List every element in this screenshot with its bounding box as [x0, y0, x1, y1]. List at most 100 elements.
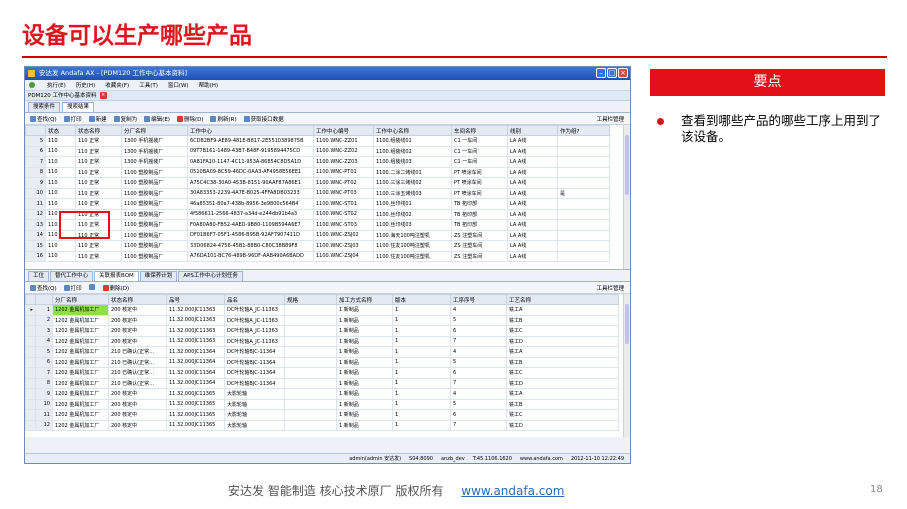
menu-item[interactable]: 窗口(W) [168, 81, 189, 89]
column-header[interactable]: 规格 [284, 294, 337, 305]
menu-item[interactable]: 帮助(H) [199, 81, 218, 89]
menu-item[interactable]: 执行(E) [47, 81, 66, 89]
table-row[interactable]: 9 110 110 正常 1100 塑胶制品厂 A75C4C38-30A0-453B-8… [25, 177, 610, 189]
toolbar-manage-button[interactable]: 工具栏管理 [596, 115, 624, 123]
close-button[interactable]: × [618, 68, 628, 78]
bottom-toolbar-button[interactable] [88, 284, 96, 291]
table-cell: 6 [450, 325, 507, 337]
top-toolbar-button-icon [30, 116, 36, 122]
table-cell [284, 398, 337, 410]
table-row[interactable]: 11 110 110 正常 1100 塑胶制品厂 46a85351-80a7-438b-… [25, 198, 610, 210]
column-header[interactable]: 品名 [224, 294, 285, 305]
column-header[interactable]: 线别 [507, 125, 558, 136]
table-cell: 5 [35, 346, 53, 358]
detail-tab[interactable]: APS工作中心计划任务 [178, 271, 243, 281]
tab-search-results[interactable]: 搜索结果 [62, 102, 95, 112]
column-header[interactable]: 工作中心编号 [313, 125, 374, 136]
table-cell: 铣工B [506, 356, 619, 368]
column-header[interactable]: 工作中心名称 [373, 125, 452, 136]
footer-link[interactable]: www.andafa.com [461, 484, 564, 498]
table-row[interactable]: 2 1202 金属机加工厂 200 核定中 11.32.000JC11363 DC叶轮轴… [25, 314, 619, 326]
column-header[interactable]: 分厂名称 [52, 294, 109, 305]
table-row[interactable]: 10 110 110 正常 1100 塑胶制品厂 30A83353-2239-4A7E-… [25, 187, 610, 199]
top-toolbar-button[interactable]: 删除(D) [176, 115, 203, 123]
maximize-button[interactable]: □ [607, 68, 617, 78]
table-row[interactable]: 6 110 110 正常 1300 手机摇装厂 09T7B161-1489-43B7-B… [25, 145, 610, 157]
table-cell [284, 409, 337, 421]
column-header[interactable]: 工作中心 [187, 125, 314, 136]
bottom-toolbar-button[interactable]: 打印 [63, 284, 82, 292]
column-header[interactable]: 品号 [166, 294, 225, 305]
table-row[interactable]: 5 110 110 正常 1300 手机摇装厂 6CD82BF9-AE89-481E-B… [25, 135, 610, 147]
bottom-toolbar-manage-button[interactable]: 工具栏管理 [596, 284, 624, 292]
table-row[interactable]: 7 110 110 正常 1300 手机摇装厂 0A81FA10-1147-4C11-9… [25, 156, 610, 168]
table-cell: LA A线 [507, 198, 558, 210]
table-row[interactable]: 8 1202 金属机加工厂 210 已确认(正常… 11.32.000JC11364 D… [25, 377, 619, 389]
menu-item[interactable]: 收藏夹(F) [105, 81, 129, 89]
minimize-button[interactable]: – [596, 68, 606, 78]
detail-tab[interactable]: 关联报表BOM [94, 271, 139, 281]
column-header[interactable]: 分厂名称 [121, 125, 188, 136]
table-cell: 110 [45, 135, 76, 147]
table-row[interactable]: 15 110 110 正常 1100 塑胶制品厂 33D06824-4756-45B1-… [25, 240, 610, 252]
bottom-toolbar: 查找(Q) 打印 删除(D) 工具栏管理 [25, 282, 630, 294]
table-cell: 1100.海天100吨注塑机 [373, 229, 452, 241]
column-header[interactable] [35, 294, 53, 305]
table-row[interactable]: 10 1202 金属机加工厂 200 核定中 11.32.000JC11365 大影轮轴… [25, 398, 619, 410]
table-cell: 110 [45, 177, 76, 189]
table-row[interactable]: 16 110 110 正常 1100 塑胶制品厂 A76DA101-BC76-489B-… [25, 250, 610, 262]
detail-tab[interactable]: 维保养计划 [139, 271, 178, 281]
slide-title: 设备可以生产哪些产品 [22, 23, 252, 49]
top-toolbar-button[interactable]: 查找(Q) [30, 115, 57, 123]
column-header[interactable] [25, 294, 36, 305]
table-row[interactable]: 14 110 110 正常 1100 塑胶制品厂 DF01B6F7-05F1-4586-… [25, 229, 610, 241]
table-cell: 200 核定中 [108, 325, 167, 337]
table-cell: 12 [25, 208, 46, 220]
table-cell: LA A线 [507, 166, 558, 178]
table-row[interactable]: 11 1202 金属机加工厂 200 核定中 11.32.000JC11365 大影轮轴… [25, 409, 619, 421]
table-row[interactable]: ▸ 1 1202 金属机加工厂 200 核定中 11.32.000JC11363 DC叶轮… [25, 304, 619, 316]
column-header[interactable]: 状态名称 [108, 294, 167, 305]
bottom-toolbar-button[interactable]: 删除(D) [102, 284, 129, 292]
column-header[interactable]: 版本 [392, 294, 451, 305]
table-row[interactable]: 13 110 110 正常 1100 塑胶制品厂 F0A80A80-FB52-4AED-… [25, 219, 610, 231]
table-row[interactable]: 8 110 110 正常 1100 塑胶制品厂 0510BA09-8C59-46DC-0… [25, 166, 610, 178]
column-header[interactable] [25, 125, 46, 136]
detail-tab[interactable]: 替代工作中心 [50, 271, 94, 281]
close-tab-icon[interactable]: × [99, 92, 107, 99]
top-toolbar-button[interactable]: 打印 [63, 115, 82, 123]
bottom-toolbar-button[interactable]: 查找(Q) [30, 284, 57, 292]
table-row[interactable]: 9 1202 金属机加工厂 200 核定中 11.32.000JC11365 大影轮轴 1… [25, 388, 619, 400]
column-header[interactable]: 作为组? [557, 125, 610, 136]
column-header[interactable]: 状态名称 [75, 125, 122, 136]
document-tab[interactable]: PDM120 工作中心基本资料 [28, 91, 97, 101]
table-row[interactable]: 4 1202 金属机加工厂 200 核定中 11.32.000JC11363 DC叶轮轴… [25, 335, 619, 347]
column-header[interactable]: 车间名称 [451, 125, 508, 136]
column-header[interactable]: 工艺名称 [506, 294, 619, 305]
table-row[interactable]: 12 110 110 正常 1100 塑胶制品厂 4f586611-2566-4837-… [25, 208, 610, 220]
column-header[interactable]: 加工方式名称 [336, 294, 393, 305]
detail-tab[interactable]: 工位 [28, 271, 50, 281]
table-cell: A75C4C38-30A0-453B-8151-90AAF87A86E1 [187, 177, 314, 189]
top-toolbar-button[interactable]: 编辑(E) [144, 115, 170, 123]
top-toolbar-button[interactable]: 复制为 [113, 115, 137, 123]
table-cell: 1100.三涂五烤线03 [373, 187, 452, 199]
bottom-grid-scrollbar[interactable] [623, 294, 630, 437]
menu-item[interactable]: 工具(T) [139, 81, 158, 89]
top-toolbar-button[interactable]: 新建 [88, 115, 107, 123]
column-header[interactable]: 状态 [45, 125, 76, 136]
table-row[interactable]: 5 1202 金属机加工厂 210 已确认(正常… 11.32.000JC11364 D… [25, 346, 619, 358]
top-grid-scrollbar[interactable] [623, 125, 630, 269]
footer: 安达发 智能制造 核心技术原厂 版权所有 www.andafa.com [228, 482, 564, 499]
table-row[interactable]: 12 1202 金属机加工厂 200 核定中 11.32.000JC11365 大影轮轴… [25, 419, 619, 431]
menu-item[interactable]: 历史(H) [76, 81, 95, 89]
table-row[interactable]: 3 1202 金属机加工厂 200 核定中 11.32.000JC11363 DC叶轮轴… [25, 325, 619, 337]
top-toolbar-button[interactable]: 刷新(R) [210, 115, 237, 123]
table-cell: 2 [35, 314, 53, 326]
tab-search-conditions[interactable]: 搜索条件 [28, 102, 61, 112]
column-header[interactable]: 工序序号 [450, 294, 507, 305]
top-toolbar-button-label: 获取接口数据 [250, 116, 284, 123]
top-toolbar-button[interactable]: 获取接口数据 [243, 115, 284, 123]
table-row[interactable]: 6 1202 金属机加工厂 210 已确认(正常… 11.32.000JC11364 D… [25, 356, 619, 368]
table-row[interactable]: 7 1202 金属机加工厂 210 已确认(正常… 11.32.000JC11364 D… [25, 367, 619, 379]
